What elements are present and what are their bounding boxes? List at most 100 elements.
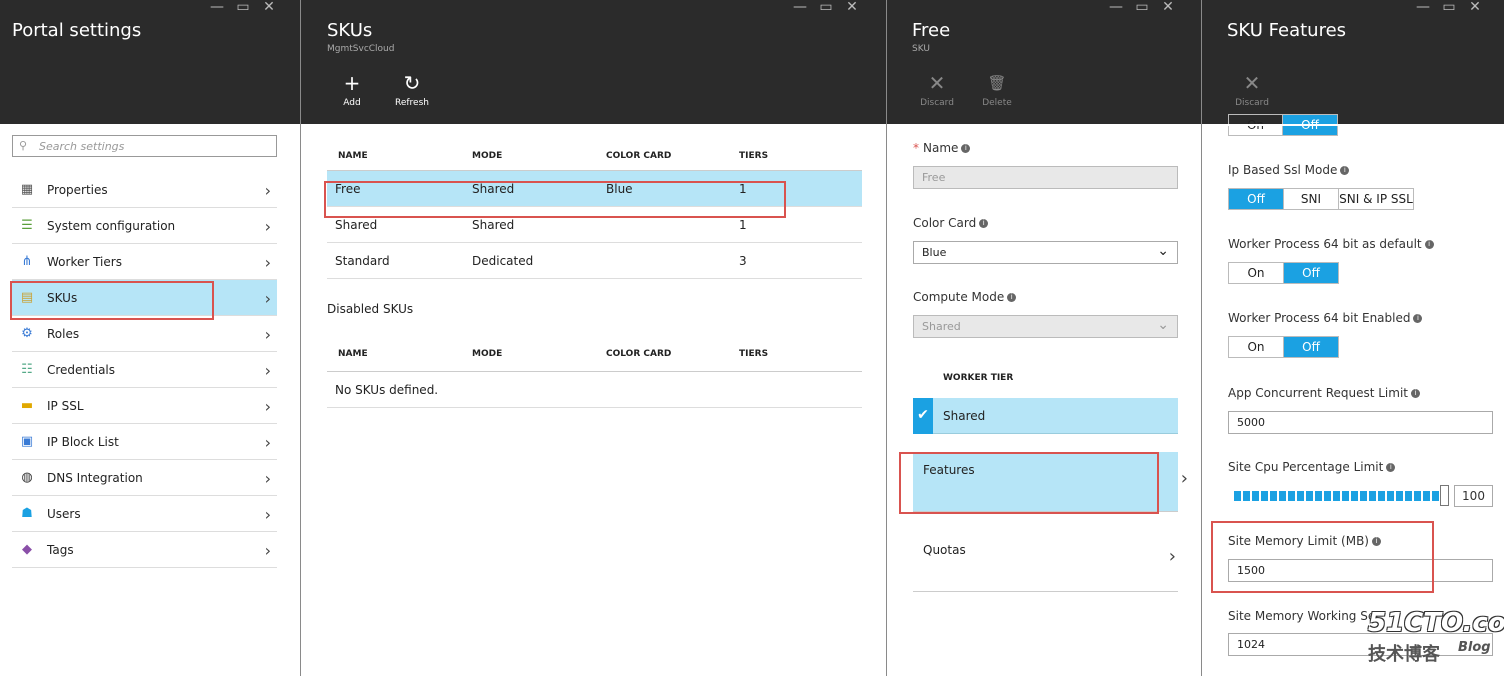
close-icon[interactable]: ✕ <box>1155 0 1181 16</box>
app-limit-label-text: App Concurrent Request Limit <box>1228 386 1408 400</box>
mem-limit-field[interactable]: 1500 <box>1228 559 1493 582</box>
sidebar-item-skus[interactable]: ▤ SKUs › <box>12 280 277 316</box>
table-row[interactable]: Free Shared Blue 1 <box>327 171 862 207</box>
required-marker: * <box>913 141 919 155</box>
blade-title: SKUs <box>327 20 373 41</box>
users-icon: ☗ <box>21 506 33 521</box>
sidebar-item-worker-tiers[interactable]: ⋔ Worker Tiers › <box>12 244 277 280</box>
cell-tiers: 1 <box>739 182 747 196</box>
sidebar-item-dns-integration[interactable]: ◍ DNS Integration › <box>12 460 277 496</box>
sidebar-item-properties[interactable]: ▦ Properties › <box>12 172 277 208</box>
table-header: NAME MODE COLOR CARD TIERS <box>327 337 862 372</box>
skus-table: NAME MODE COLOR CARD TIERS Free Shared B… <box>327 139 862 279</box>
sidebar-item-label: DNS Integration <box>47 470 143 485</box>
sidebar-item-credentials[interactable]: ☷ Credentials › <box>12 352 277 388</box>
wp64-enabled-toggle[interactable]: On Off <box>1228 336 1339 358</box>
table-row[interactable]: Shared Shared 1 <box>327 207 862 243</box>
column-header-color-card[interactable]: COLOR CARD <box>606 349 671 359</box>
window-controls: — ▭ ✕ <box>1410 0 1488 16</box>
ip-ssl-sni-ip[interactable]: SNI & IP SSL <box>1339 189 1413 209</box>
close-icon[interactable]: ✕ <box>839 0 865 16</box>
minimize-icon[interactable]: — <box>1103 0 1129 16</box>
ip-ssl-off[interactable]: Off <box>1229 189 1284 209</box>
column-header-name[interactable]: NAME <box>338 151 368 161</box>
window-controls: — ▭ ✕ <box>204 0 282 16</box>
maximize-icon[interactable]: ▭ <box>1436 0 1462 16</box>
ip-ssl-toggle[interactable]: Off SNI SNI & IP SSL <box>1228 188 1414 210</box>
x-icon: ✕ <box>928 71 946 95</box>
sidebar-item-tags[interactable]: ◆ Tags › <box>12 532 277 568</box>
maximize-icon[interactable]: ▭ <box>230 0 256 16</box>
plus-icon: + <box>343 71 361 95</box>
features-nav-item[interactable]: Features › <box>913 452 1188 512</box>
color-card-label-text: Color Card <box>913 216 977 230</box>
cell-tiers: 1 <box>739 218 747 232</box>
table-row[interactable]: Standard Dedicated 3 <box>327 243 862 279</box>
toggle-on[interactable]: On <box>1229 337 1284 357</box>
cell-name: Shared <box>335 218 378 232</box>
toggle-off[interactable]: Off <box>1284 263 1338 283</box>
cpu-limit-value[interactable]: 100 <box>1454 485 1493 507</box>
checkmark-icon[interactable]: ✔ <box>913 398 933 434</box>
color-card-dropdown[interactable]: Blue ⌄ <box>913 241 1178 264</box>
maximize-icon[interactable]: ▭ <box>813 0 839 16</box>
column-header-mode[interactable]: MODE <box>472 349 502 359</box>
refresh-button[interactable]: ↻ Refresh <box>387 72 437 108</box>
compute-mode-label: Compute Mode i <box>913 290 1017 304</box>
sidebar-item-users[interactable]: ☗ Users › <box>12 496 277 532</box>
maximize-icon[interactable]: ▭ <box>1129 0 1155 16</box>
minimize-icon[interactable]: — <box>204 0 230 16</box>
sliders-icon: ☰ <box>21 218 33 233</box>
search-input[interactable]: ⚲ Search settings <box>12 135 277 157</box>
info-icon: i <box>1371 537 1381 546</box>
delete-button[interactable]: 🗑 Delete <box>972 72 1022 108</box>
ip-ssl-label: Ip Based Ssl Mode i <box>1228 163 1350 177</box>
blade-header: Portal settings — ▭ ✕ <box>0 0 300 124</box>
sidebar-item-label: IP Block List <box>47 434 119 449</box>
toggle-on[interactable]: On <box>1229 263 1284 283</box>
close-icon[interactable]: ✕ <box>256 0 282 16</box>
sidebar-item-label: Properties <box>47 182 108 197</box>
compute-mode-value: Shared <box>922 320 961 333</box>
slider-handle[interactable] <box>1440 485 1449 506</box>
sidebar-item-roles[interactable]: ⚙ Roles › <box>12 316 277 352</box>
chevron-right-icon: › <box>264 469 271 488</box>
wp64-default-toggle[interactable]: On Off <box>1228 262 1339 284</box>
trash-icon: 🗑 <box>987 74 1007 92</box>
empty-row: No SKUs defined. <box>327 372 862 408</box>
discard-button[interactable]: ✕ Discard <box>1227 72 1277 108</box>
sidebar-item-ip-block-list[interactable]: ▣ IP Block List › <box>12 424 277 460</box>
add-button[interactable]: + Add <box>327 72 377 108</box>
column-header-color-card[interactable]: COLOR CARD <box>606 151 671 161</box>
color-card-label: Color Card i <box>913 216 989 230</box>
cpu-limit-slider[interactable] <box>1234 491 1442 501</box>
worker-tier-label: Shared <box>943 409 986 423</box>
minimize-icon[interactable]: — <box>787 0 813 16</box>
minimize-icon[interactable]: — <box>1410 0 1436 16</box>
x-icon: ✕ <box>1243 71 1261 95</box>
app-limit-field[interactable]: 5000 <box>1228 411 1493 434</box>
watermark-top: 51CTO.com <box>1368 608 1504 638</box>
worker-tier-row[interactable]: ✔ Shared <box>913 398 1178 434</box>
name-field[interactable]: Free <box>913 166 1178 189</box>
column-header-name[interactable]: NAME <box>338 349 368 359</box>
hierarchy-icon: ⋔ <box>21 254 33 269</box>
mem-limit-label-text: Site Memory Limit (MB) <box>1228 534 1369 548</box>
sidebar-item-ip-ssl[interactable]: ▬ IP SSL › <box>12 388 277 424</box>
toggle-off[interactable]: Off <box>1284 337 1338 357</box>
empty-message: No SKUs defined. <box>335 383 439 397</box>
column-header-tiers[interactable]: TIERS <box>739 349 768 359</box>
discard-button[interactable]: ✕ Discard <box>912 72 962 108</box>
column-header-tiers[interactable]: TIERS <box>739 151 768 161</box>
name-label-text: Name <box>923 141 959 155</box>
properties-icon: ▦ <box>20 182 34 197</box>
chevron-down-icon: ⌄ <box>1157 317 1169 333</box>
column-header-mode[interactable]: MODE <box>472 151 502 161</box>
quotas-nav-item[interactable]: Quotas › <box>913 530 1178 592</box>
compute-mode-dropdown[interactable]: Shared ⌄ <box>913 315 1178 338</box>
ip-ssl-sni[interactable]: SNI <box>1284 189 1339 209</box>
disabled-skus-table: NAME MODE COLOR CARD TIERS No SKUs defin… <box>327 337 862 408</box>
sidebar-item-system-configuration[interactable]: ☰ System configuration › <box>12 208 277 244</box>
sidebar-item-label: Tags <box>47 542 74 557</box>
close-icon[interactable]: ✕ <box>1462 0 1488 16</box>
